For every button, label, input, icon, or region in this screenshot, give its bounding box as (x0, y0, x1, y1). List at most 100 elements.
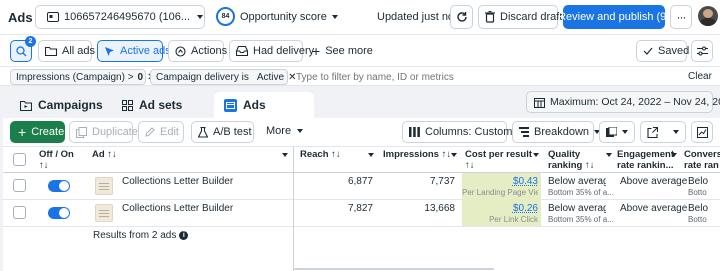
charts-button[interactable] (691, 121, 713, 143)
active-ads-label: Active ads (120, 45, 171, 57)
saved-button[interactable]: Saved (636, 40, 689, 62)
ad-toggle[interactable] (48, 207, 70, 219)
columns-label: Columns: Custom (425, 126, 513, 138)
conversion-value: Belo (688, 176, 709, 187)
horizontal-scrollbar[interactable] (294, 268, 494, 270)
chevron-down-icon (197, 15, 204, 19)
chevron-down-icon (533, 153, 539, 157)
breakdown-button[interactable]: Breakdown (512, 121, 601, 143)
filter-chip-delivery: Campaign delivery is Active ✕ (150, 69, 296, 85)
tab-campaigns-label: Campaigns (38, 98, 103, 112)
see-more-label: See more (325, 45, 373, 57)
cost-value[interactable]: $0.26 (462, 203, 538, 214)
actions-filter[interactable]: Actions (168, 40, 227, 62)
columns-icon (409, 127, 420, 137)
all-ads-filter[interactable]: All ads (38, 40, 96, 62)
ad-name[interactable]: Collections Letter Builder (122, 176, 233, 187)
chip-impressions-text: Impressions (Campaign) > (16, 71, 134, 83)
breakdown-label: Breakdown (534, 126, 590, 138)
duplicate-button[interactable]: Duplicate (69, 121, 138, 143)
cost-value[interactable]: $0.43 (462, 176, 538, 187)
more-options-button[interactable]: ··· (670, 5, 692, 29)
impressions-value: 7,737 (429, 176, 455, 187)
col-header-quality-ranking[interactable]: Quality ranking ↑↓ (548, 146, 614, 172)
col-header-conversion-ranking[interactable]: Conversi rate ran (684, 146, 720, 172)
more-dots-icon: ··· (676, 10, 687, 24)
discard-drafts-button[interactable]: Discard drafts (478, 5, 568, 29)
info-icon[interactable]: i (179, 231, 189, 240)
engagement-value: Above average (620, 176, 688, 187)
refresh-button[interactable] (450, 5, 473, 29)
filter-chips-bar: Impressions (Campaign) > 0 ✕ Campaign de… (0, 66, 720, 86)
reach-value: 7,827 (347, 203, 373, 214)
ad-name[interactable]: Collections Letter Builder (122, 203, 233, 214)
export-button[interactable] (640, 121, 686, 143)
active-ads-filter[interactable]: Active ads (97, 40, 171, 62)
quality-sub: Bottom 35% of a... (548, 188, 614, 197)
col-header-off-on[interactable]: Off / On ↑↓ (39, 146, 85, 172)
cost-result-type: Per Link Click (489, 215, 538, 224)
tab-ads-label: Ads (243, 98, 266, 112)
create-button[interactable]: + Create (10, 121, 65, 143)
all-ads-label: All ads (62, 45, 96, 57)
date-range-picker[interactable]: Maximum: Oct 24, 2022 – Nov 24, 2025 (526, 91, 720, 113)
sort-icon: ↑↓ (39, 160, 49, 171)
cost-header-label: Cost per result (465, 149, 533, 160)
clear-filters-button[interactable]: Clear (688, 71, 712, 82)
opportunity-score[interactable]: 84 Opportunity score (216, 7, 338, 26)
row-checkbox[interactable] (13, 206, 26, 219)
ab-test-button[interactable]: A/B test (191, 121, 254, 143)
duplicate-icon (76, 126, 87, 138)
search-button[interactable]: 2 (10, 36, 36, 62)
ad-thumbnail (95, 204, 113, 222)
engagement-value: Above average (620, 203, 688, 214)
results-text: Results from 2 ads (93, 230, 177, 241)
filter-settings-button[interactable] (691, 40, 713, 62)
tab-campaigns[interactable]: Campaigns (10, 92, 108, 118)
inbox-icon (236, 46, 248, 56)
col-header-impressions[interactable]: Impressions ↑↓ (383, 146, 459, 172)
chip-impressions-value: 0 (137, 71, 144, 83)
col-header-reach[interactable]: Reach ↑↓ (300, 146, 378, 172)
actions-icon (175, 45, 186, 57)
quality-header-label: Quality (548, 149, 581, 160)
user-avatar[interactable] (698, 6, 718, 26)
calendar-icon (534, 97, 545, 108)
review-publish-button[interactable]: Review and publish (9) (558, 5, 670, 29)
ads-icon (224, 98, 237, 112)
tab-ad-sets[interactable]: Ad sets (112, 92, 210, 118)
account-id: 106657246495670 (106... (64, 11, 191, 23)
col-header-cost-per-result[interactable]: Cost per result ↑↓ (465, 146, 541, 172)
filter-search-input[interactable] (296, 69, 596, 85)
columns-button[interactable]: Columns: Custom (402, 121, 524, 143)
see-more-button[interactable]: + See more (312, 44, 373, 58)
chip-delivery-text: Campaign delivery is (156, 71, 249, 83)
account-selector[interactable]: 106657246495670 (106... (35, 5, 205, 29)
row-checkbox[interactable] (13, 179, 26, 192)
more-menu-button[interactable]: More (266, 125, 304, 137)
impressions-value: 13,668 (424, 203, 455, 214)
had-delivery-label: Had delivery (253, 45, 315, 57)
chevron-down-icon (282, 153, 288, 157)
conversion-sub: Botto (688, 215, 707, 224)
quality-header-label-2: ranking ↑↓ (548, 160, 595, 171)
chevron-down-icon (368, 153, 374, 157)
breakdown-icon (519, 127, 529, 137)
had-delivery-filter[interactable]: Had delivery (229, 40, 314, 62)
select-all-checkbox[interactable] (13, 153, 26, 166)
conversion-value: Belo (688, 203, 709, 214)
chevron-down-icon (606, 153, 612, 157)
edit-button[interactable]: Edit (138, 121, 184, 143)
table-header-border (3, 172, 720, 173)
campaign-icon (20, 100, 32, 111)
export-icon (647, 126, 658, 138)
reach-value: 6,877 (347, 176, 373, 187)
pencil-icon (145, 127, 155, 137)
reports-button[interactable] (599, 121, 635, 143)
publish-label: Review and publish (9) (558, 11, 670, 23)
ad-toggle[interactable] (48, 180, 70, 192)
col-header-ad[interactable]: Ad ↑↓ (92, 146, 292, 172)
col-header-engagement-ranking[interactable]: Engagement rate rankin... (617, 146, 679, 172)
tab-ads[interactable]: Ads (214, 92, 314, 118)
chevron-down-icon (673, 130, 679, 134)
